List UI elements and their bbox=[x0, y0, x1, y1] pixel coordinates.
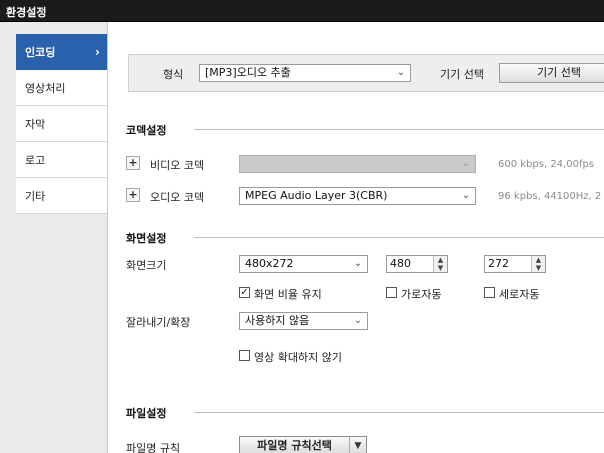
sidebar-item-subtitle[interactable]: 자막 bbox=[16, 106, 107, 142]
sidebar-item-label: 인코딩 bbox=[25, 45, 56, 59]
screen-size-select[interactable]: 480x272 ⌄ bbox=[239, 255, 368, 273]
file-divider bbox=[194, 412, 604, 413]
video-codec-label: 비디오 코덱 bbox=[150, 159, 205, 172]
auto-height-label: 세로자동 bbox=[499, 288, 540, 301]
no-upscale-label: 영상 확대하지 않기 bbox=[254, 351, 342, 364]
plus-icon: + bbox=[128, 156, 138, 169]
file-section-title: 파일설정 bbox=[126, 407, 167, 420]
audio-codec-value: MPEG Audio Layer 3(CBR) bbox=[245, 189, 388, 202]
format-box: 형식 [MP3]오디오 추출 ⌄ 기기 선택 기기 선택 bbox=[128, 54, 604, 92]
sidebar-item-video-processing[interactable]: 영상처리 bbox=[16, 70, 107, 106]
crop-value: 사용하지 않음 bbox=[245, 314, 310, 327]
device-select-button-label: 기기 선택 bbox=[537, 66, 581, 79]
chevron-right-icon: › bbox=[95, 45, 100, 59]
down-arrow-icon[interactable]: ▼ bbox=[532, 264, 545, 272]
dropdown-arrow-icon[interactable]: ▼ bbox=[350, 437, 366, 453]
sidebar-list: 인코딩 › 영상처리 자막 로고 기타 bbox=[16, 34, 107, 214]
sidebar-item-logo[interactable]: 로고 bbox=[16, 142, 107, 178]
width-value: 480 bbox=[390, 257, 411, 270]
chevron-down-icon: ⌄ bbox=[396, 67, 406, 78]
video-codec-select[interactable]: ⌄ bbox=[239, 155, 476, 173]
no-upscale-checkbox[interactable] bbox=[239, 350, 250, 361]
sidebar-item-etc[interactable]: 기타 bbox=[16, 178, 107, 214]
screen-section-title: 화면설정 bbox=[126, 232, 167, 245]
check-icon: ✓ bbox=[240, 287, 249, 298]
plus-icon: + bbox=[128, 188, 138, 201]
sidebar-item-label: 로고 bbox=[25, 153, 46, 167]
device-label: 기기 선택 bbox=[440, 68, 484, 81]
up-arrow-icon[interactable]: ▲ bbox=[434, 256, 447, 264]
format-value: [MP3]오디오 추출 bbox=[205, 66, 291, 79]
audio-codec-expand-button[interactable]: + bbox=[126, 188, 140, 202]
title-bar: 환경설정 bbox=[0, 0, 604, 22]
screen-divider bbox=[194, 237, 604, 238]
audio-codec-info: 96 kpbs, 44100Hz, 2 bbox=[498, 191, 602, 202]
file-rule-label: 파일명 규칙 bbox=[126, 442, 181, 453]
chevron-down-icon: ⌄ bbox=[461, 158, 471, 169]
height-value: 272 bbox=[488, 257, 509, 270]
device-select-button[interactable]: 기기 선택 bbox=[499, 63, 604, 83]
down-arrow-icon[interactable]: ▼ bbox=[434, 264, 447, 272]
height-stepper-buttons[interactable]: ▲ ▼ bbox=[531, 256, 545, 272]
crop-select[interactable]: 사용하지 않음 ⌄ bbox=[239, 312, 368, 330]
screen-size-value: 480x272 bbox=[245, 257, 294, 270]
format-select[interactable]: [MP3]오디오 추출 ⌄ bbox=[199, 64, 411, 82]
keep-ratio-label: 화면 비율 유지 bbox=[254, 288, 322, 301]
keep-ratio-checkbox[interactable]: ✓ bbox=[239, 287, 250, 298]
video-codec-expand-button[interactable]: + bbox=[126, 156, 140, 170]
audio-codec-label: 오디오 코덱 bbox=[150, 191, 205, 204]
crop-label: 잘라내기/확장 bbox=[126, 316, 191, 329]
auto-width-checkbox[interactable] bbox=[386, 287, 397, 298]
chevron-down-icon: ⌄ bbox=[353, 315, 363, 326]
sidebar-item-encoding[interactable]: 인코딩 › bbox=[16, 34, 107, 70]
audio-codec-select[interactable]: MPEG Audio Layer 3(CBR) ⌄ bbox=[239, 187, 476, 205]
height-stepper[interactable]: 272 ▲ ▼ bbox=[484, 255, 546, 273]
codec-section-title: 코덱설정 bbox=[126, 124, 167, 137]
width-stepper-buttons[interactable]: ▲ ▼ bbox=[433, 256, 447, 272]
auto-width-label: 가로자동 bbox=[401, 288, 442, 301]
video-codec-info: 600 kbps, 24,00fps bbox=[498, 159, 595, 170]
sidebar-item-label: 자막 bbox=[25, 117, 46, 131]
codec-divider bbox=[194, 129, 604, 130]
auto-height-checkbox[interactable] bbox=[484, 287, 495, 298]
file-rule-button[interactable]: 파일명 규칙선택 bbox=[240, 437, 350, 453]
format-label: 형식 bbox=[163, 68, 184, 81]
chevron-down-icon: ⌄ bbox=[353, 258, 363, 269]
sidebar: 인코딩 › 영상처리 자막 로고 기타 bbox=[0, 22, 108, 453]
window-title: 환경설정 bbox=[6, 6, 47, 19]
sidebar-item-label: 기타 bbox=[25, 189, 46, 203]
up-arrow-icon[interactable]: ▲ bbox=[532, 256, 545, 264]
file-rule-split-button[interactable]: 파일명 규칙선택 ▼ bbox=[239, 436, 367, 453]
screen-size-label: 화면크기 bbox=[126, 259, 167, 272]
width-stepper[interactable]: 480 ▲ ▼ bbox=[386, 255, 448, 273]
settings-panel: 형식 [MP3]오디오 추출 ⌄ 기기 선택 기기 선택 코덱설정 + 비디오 … bbox=[108, 22, 604, 453]
sidebar-item-label: 영상처리 bbox=[25, 81, 66, 95]
chevron-down-icon: ⌄ bbox=[461, 190, 471, 201]
